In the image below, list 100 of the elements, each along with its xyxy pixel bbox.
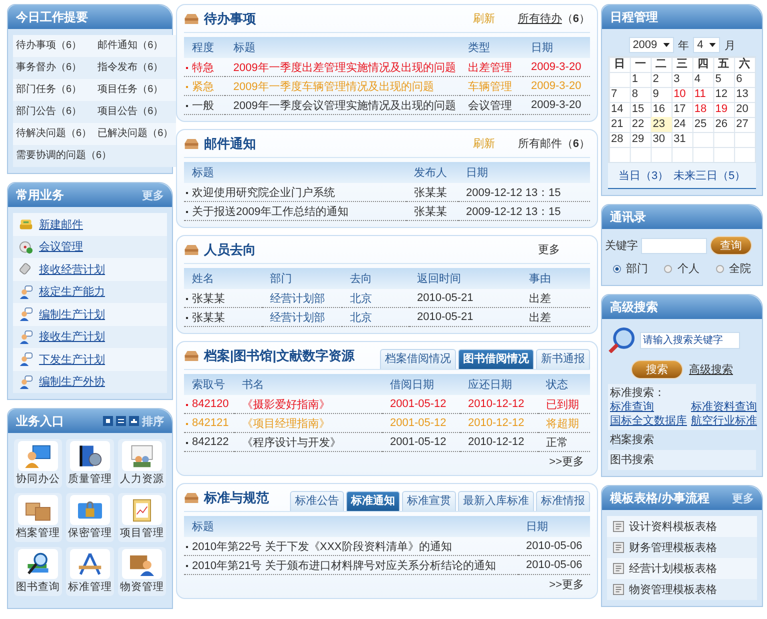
standard-search-link[interactable]: 航空行业标准: [691, 414, 757, 428]
advanced-search-link[interactable]: 高级搜索: [689, 362, 733, 377]
calendar-day[interactable]: 9: [650, 87, 672, 102]
tab[interactable]: 图书借阅情况: [458, 349, 534, 369]
summary-link[interactable]: 部门任务（6）: [13, 79, 95, 101]
radio-button[interactable]: [716, 264, 724, 272]
calendar-day[interactable]: 10: [672, 87, 692, 102]
tab[interactable]: 标准情报: [536, 491, 590, 511]
calendar-day[interactable]: 4: [692, 72, 714, 87]
app-tile[interactable]: 档案管理: [14, 493, 62, 542]
standard-search-link[interactable]: 标准查询: [610, 400, 687, 414]
table-cell[interactable]: 2010年第22号 关于下发《XXX阶段资料清单》的通知: [184, 537, 518, 556]
tab[interactable]: 新书通报: [536, 349, 590, 369]
tab[interactable]: 标准公告: [290, 491, 344, 511]
list-view-icon[interactable]: [116, 416, 126, 426]
table-cell[interactable]: 欢迎使用研究院企业门户系统: [184, 183, 406, 202]
business-link[interactable]: 会议管理: [39, 239, 83, 254]
calendar-day[interactable]: 14: [609, 102, 630, 117]
keyword-field[interactable]: [641, 238, 707, 254]
summary-link[interactable]: 已解决问题（6）: [94, 123, 176, 145]
app-tile[interactable]: 协同办公: [14, 439, 62, 488]
schedule-link[interactable]: 当日（3）: [618, 168, 669, 183]
table-cell[interactable]: 《程序设计与开发》: [234, 432, 382, 452]
summary-link[interactable]: 待解决问题（6）: [13, 123, 95, 145]
calendar-day[interactable]: 17: [672, 102, 692, 117]
summary-link[interactable]: 指令发布（6）: [94, 57, 176, 79]
calendar-day[interactable]: 3: [672, 72, 692, 87]
details-view-icon[interactable]: [129, 416, 139, 426]
calendar-day[interactable]: 12: [713, 87, 734, 102]
app-tile[interactable]: 物资管理: [118, 547, 166, 596]
calendar-day[interactable]: 8: [630, 87, 651, 102]
summary-link[interactable]: 项目公告（6）: [94, 101, 176, 123]
search-field[interactable]: 请输入搜索关键字: [640, 332, 740, 348]
app-tile[interactable]: 保密管理: [66, 493, 114, 542]
book-search-item[interactable]: 图书搜索: [608, 450, 756, 470]
table-cell[interactable]: 2009年一季度出差管理实施情况及出现的问题: [225, 58, 460, 76]
calendar-day[interactable]: 7: [609, 87, 630, 102]
tab[interactable]: 档案借阅情况: [380, 349, 456, 369]
app-tile[interactable]: 标准管理: [66, 547, 114, 596]
standard-search-link[interactable]: 国标全文数据库: [610, 414, 687, 428]
more-link[interactable]: >>更多: [549, 456, 584, 468]
summary-link[interactable]: 待办事项（6）: [13, 35, 95, 57]
all-mail-link[interactable]: 所有邮件: [518, 136, 562, 151]
table-cell: 张某某: [184, 308, 262, 326]
calendar-day[interactable]: 23: [650, 117, 672, 132]
search-button[interactable]: 搜索: [631, 360, 683, 379]
summary-link[interactable]: 项目任务（6）: [94, 79, 176, 101]
month-select[interactable]: 4: [693, 37, 720, 53]
summary-link[interactable]: 邮件通知（6）: [94, 35, 176, 57]
tab[interactable]: 最新入库标准: [458, 491, 534, 511]
all-todo-link[interactable]: 所有待办: [518, 11, 562, 26]
calendar-day[interactable]: 5: [713, 72, 734, 87]
calendar-day[interactable]: 31: [672, 132, 692, 147]
radio-button[interactable]: [613, 264, 622, 272]
radio-button[interactable]: [664, 264, 672, 272]
tab[interactable]: 标准宣贯: [402, 491, 456, 511]
more-link[interactable]: 更多: [538, 242, 560, 257]
table-cell: 一般: [184, 96, 226, 114]
summary-link[interactable]: 事务督办（6）: [13, 57, 95, 79]
calendar-day[interactable]: 1: [630, 72, 651, 87]
calendar-day[interactable]: 11: [692, 87, 714, 102]
calendar-day[interactable]: 18: [692, 102, 714, 117]
calendar-day[interactable]: 20: [734, 102, 755, 117]
weekday-header: 二: [654, 57, 668, 72]
table-cell[interactable]: 2010年第21号 关于颁布进口材料牌号对应关系分析结论的通知: [184, 556, 518, 574]
app-tile[interactable]: 图书查询: [14, 547, 62, 596]
year-select[interactable]: 2009: [628, 37, 674, 53]
calendar-day[interactable]: 6: [734, 72, 755, 87]
calendar-day[interactable]: 16: [650, 102, 672, 117]
more-link[interactable]: >>更多: [549, 579, 584, 591]
standard-search-link[interactable]: 标准资料查询: [691, 400, 757, 414]
schedule-link[interactable]: 未来三日（5）: [673, 168, 746, 183]
calendar-day[interactable]: 28: [609, 132, 630, 147]
document-icon: [613, 584, 624, 595]
table-cell[interactable]: 关于报送2009年工作总结的通知: [184, 202, 406, 220]
table-cell[interactable]: 2009年一季度会议管理实施情况及出现的问题: [225, 96, 460, 114]
calendar-day[interactable]: 29: [630, 132, 651, 147]
calendar-day[interactable]: 30: [650, 132, 672, 147]
calendar-day[interactable]: 21: [609, 117, 630, 132]
calendar-day[interactable]: 26: [713, 117, 734, 132]
large-icons-view-icon[interactable]: [103, 416, 113, 426]
tab[interactable]: 标准通知: [346, 491, 400, 511]
calendar-day[interactable]: 25: [692, 117, 714, 132]
archive-search-item[interactable]: 档案搜索: [608, 430, 756, 450]
summary-link[interactable]: 部门公告（6）: [13, 101, 95, 123]
summary-link[interactable]: 需要协调的问题（6）: [13, 145, 176, 167]
calendar-day[interactable]: 19: [713, 102, 734, 117]
app-tile[interactable]: 质量管理: [66, 439, 114, 488]
document-icon: [613, 563, 624, 574]
column-header: 索取号: [184, 374, 234, 395]
calendar-day[interactable]: 24: [672, 117, 692, 132]
business-link[interactable]: 新建邮件: [39, 216, 83, 232]
calendar-day[interactable]: 15: [630, 102, 651, 117]
calendar-day[interactable]: 13: [734, 87, 755, 102]
app-tile[interactable]: 项目管理: [118, 493, 166, 542]
calendar-day[interactable]: 22: [630, 117, 651, 132]
app-tile[interactable]: 人力资源: [118, 439, 166, 488]
table-cell[interactable]: 《摄影爱好指南》: [234, 395, 382, 414]
calendar-day[interactable]: 2: [650, 72, 672, 87]
calendar-day[interactable]: 27: [734, 117, 755, 132]
